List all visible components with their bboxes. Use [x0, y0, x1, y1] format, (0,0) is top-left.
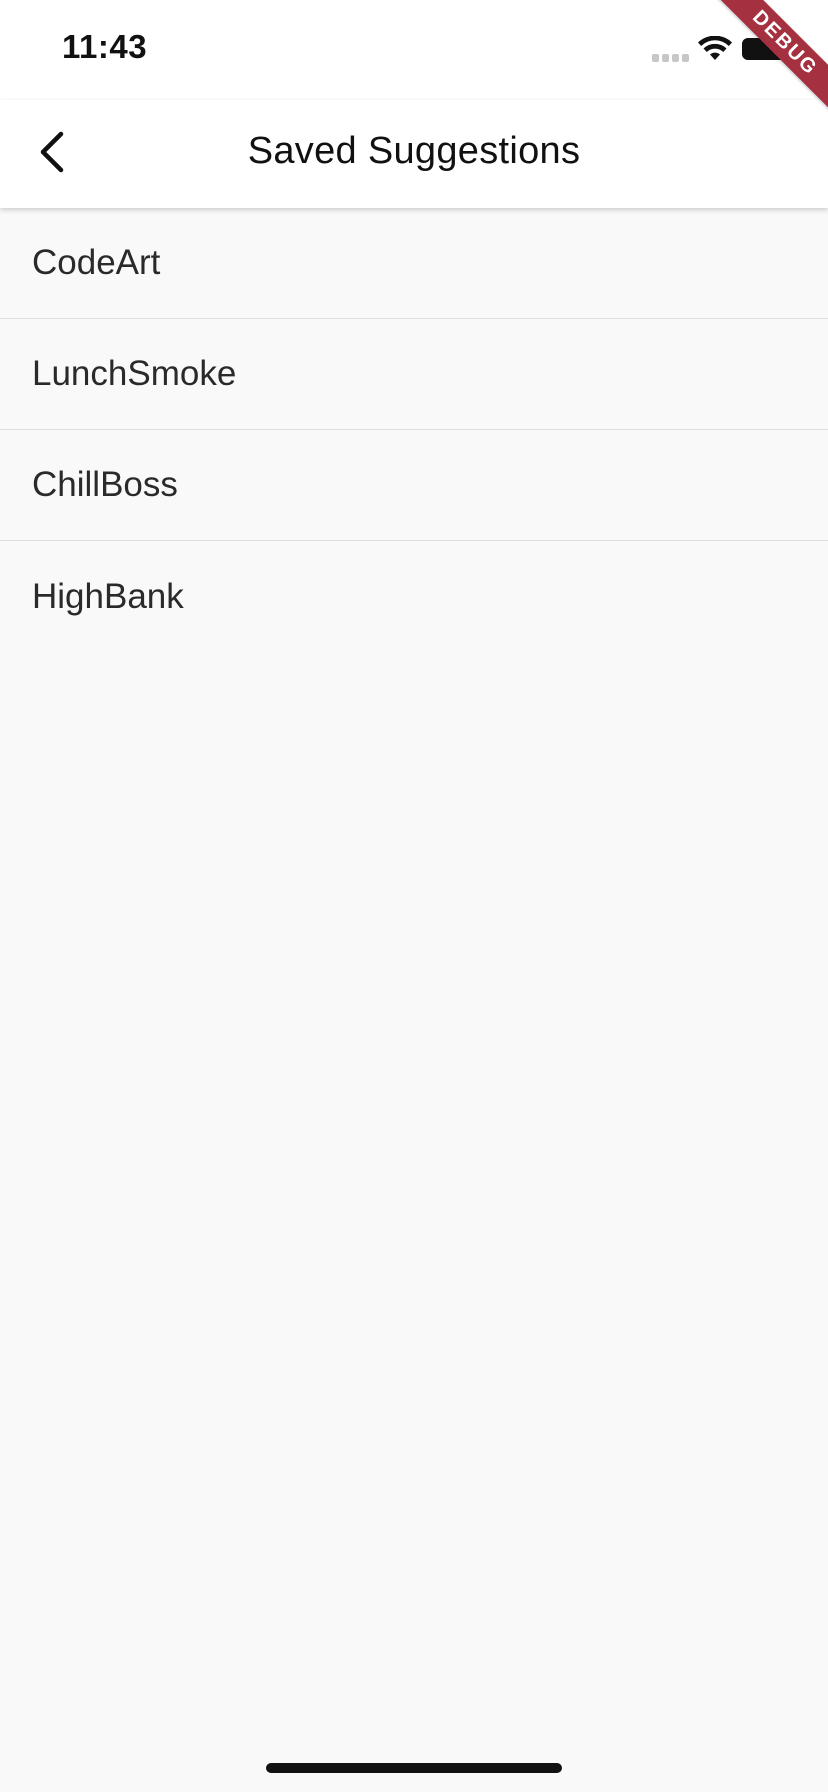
list-item-label: HighBank [32, 576, 184, 616]
list-item[interactable]: ChillBoss [0, 430, 828, 541]
cellular-signal-icon [652, 54, 692, 64]
saved-suggestions-list: CodeArt LunchSmoke ChillBoss HighBank [0, 208, 828, 652]
wifi-icon [698, 35, 732, 62]
battery-icon [742, 38, 791, 60]
status-bar: 11:43 [0, 0, 828, 100]
list-item-label: ChillBoss [32, 465, 178, 504]
list-item[interactable]: HighBank [0, 541, 828, 652]
list-item[interactable]: CodeArt [0, 208, 828, 319]
status-time: 11:43 [62, 28, 148, 65]
app-bar: Saved Suggestions [0, 100, 828, 208]
home-indicator[interactable] [266, 1763, 562, 1773]
list-item-label: LunchSmoke [32, 354, 237, 393]
page-title: Saved Suggestions [247, 130, 581, 172]
list-item[interactable]: LunchSmoke [0, 319, 828, 430]
list-item-label: CodeArt [32, 243, 161, 282]
